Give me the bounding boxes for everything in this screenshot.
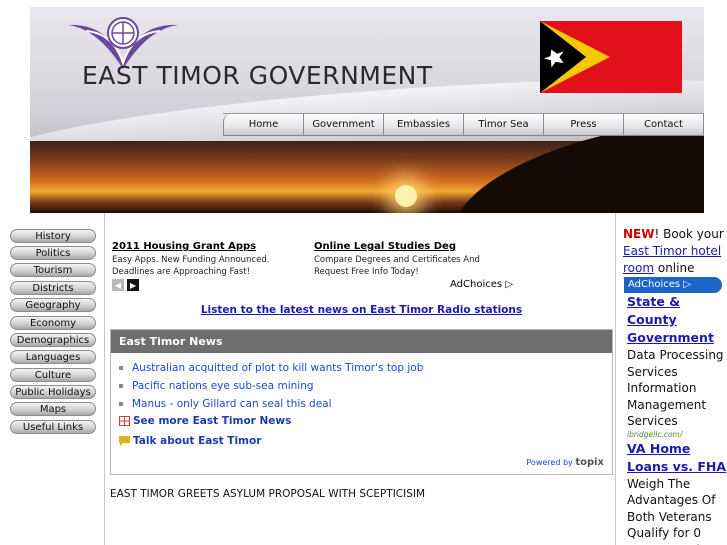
talk-about-label[interactable]: Talk about East Timor: [133, 435, 261, 447]
east-timor-flag-icon: [540, 21, 682, 93]
ad-title-link[interactable]: 2011 Housing Grant Apps: [112, 241, 312, 253]
left-sidebar: History Politics Tourism Districts Geogr…: [0, 213, 104, 545]
sidebar-item-economy[interactable]: Economy: [10, 316, 96, 330]
nav-government[interactable]: Government: [304, 114, 384, 136]
nav-press[interactable]: Press: [544, 114, 624, 136]
speech-bubble-icon: [119, 436, 130, 446]
sidebar-item-demographics[interactable]: Demographics: [10, 333, 96, 347]
main-nav: Home Government Embassies Timor Sea Pres…: [223, 113, 704, 136]
sidebar-item-public-holidays[interactable]: Public Holidays: [10, 385, 96, 399]
news-header: East Timor News: [111, 330, 612, 353]
page: EAST TIMOR GOVERNMENT Home Government Em…: [0, 0, 727, 545]
news-widget: East Timor News Australian acquitted of …: [110, 329, 613, 475]
news-link[interactable]: Manus - only Gillard can seal this deal: [132, 398, 332, 410]
sidebar-item-useful-links[interactable]: Useful Links: [10, 420, 96, 434]
nav-embassies[interactable]: Embassies: [384, 114, 464, 136]
sidebar-item-districts[interactable]: Districts: [10, 281, 96, 295]
powered-by-topix[interactable]: Powered by topix: [526, 457, 604, 468]
promo-new-badge: NEW: [623, 227, 655, 241]
promo-text: ! Book your: [654, 227, 724, 241]
sidebar-item-culture[interactable]: Culture: [10, 368, 96, 382]
site-header: EAST TIMOR GOVERNMENT Home Government Em…: [30, 7, 704, 213]
column-divider-left: [104, 213, 105, 545]
news-item[interactable]: Australian acquitted of plot to kill wan…: [119, 359, 612, 377]
ad-prev-icon[interactable]: ◀: [112, 279, 124, 291]
main-content: 2011 Housing Grant Apps Easy Apps. New F…: [110, 213, 613, 545]
sidebar-item-politics[interactable]: Politics: [10, 246, 96, 260]
sidebar-item-languages[interactable]: Languages: [10, 350, 96, 364]
ad-next-icon[interactable]: ▶: [127, 279, 139, 291]
powered-by-label: Powered by: [526, 458, 573, 467]
ad-body: Compare Degrees and Certificates And Req…: [314, 255, 480, 277]
ad-description: Data Processing Services Information Man…: [627, 348, 724, 428]
bullet-icon: [119, 366, 123, 370]
sidebar-ads: State & County Government Data Processin…: [627, 293, 727, 545]
see-more-news[interactable]: See more East Timor News: [119, 415, 291, 427]
news-item[interactable]: Pacific nations eye sub-sea mining: [119, 377, 612, 395]
ad-description: Weigh The Advantages Of Both Veterans Qu…: [627, 476, 716, 545]
sidebar-item-history[interactable]: History: [10, 229, 96, 243]
news-link[interactable]: Australian acquitted of plot to kill wan…: [132, 362, 423, 374]
news-list: Australian acquitted of plot to kill wan…: [111, 353, 612, 413]
radio-stations-link[interactable]: Listen to the latest news on East Timor …: [110, 304, 613, 316]
column-divider-right: [615, 213, 616, 545]
site-title: EAST TIMOR GOVERNMENT: [82, 61, 433, 90]
sunset-banner: [30, 107, 704, 213]
bullet-icon: [119, 384, 123, 388]
bullet-icon: [119, 402, 123, 406]
see-more-news-label[interactable]: See more East Timor News: [133, 415, 291, 427]
sun-graphic: [395, 185, 417, 207]
text-ad-right: Online Legal Studies Deg Compare Degrees…: [314, 241, 514, 278]
sidebar-item-geography[interactable]: Geography: [10, 298, 96, 312]
talk-about-link[interactable]: Talk about East Timor: [119, 435, 261, 447]
ad-headline-link[interactable]: State & County Government: [627, 293, 727, 347]
nav-home[interactable]: Home: [223, 114, 304, 136]
nav-timor-sea[interactable]: Timor Sea: [464, 114, 544, 136]
ad-pager: ◀ ▶: [112, 279, 139, 291]
right-sidebar: NEW! Book your East Timor hotel room onl…: [621, 213, 727, 545]
news-item[interactable]: Manus - only Gillard can seal this deal: [119, 395, 612, 413]
adchoices-bar[interactable]: AdChoices ▷: [624, 277, 722, 293]
topix-logo: topix: [575, 457, 604, 468]
ad-title-link[interactable]: Online Legal Studies Deg: [314, 241, 514, 253]
article-headline: EAST TIMOR GREETS ASYLUM PROPOSAL WITH S…: [110, 488, 426, 500]
sidebar-item-tourism[interactable]: Tourism: [10, 263, 96, 277]
adchoices-link[interactable]: AdChoices ▷: [450, 279, 513, 290]
ad-url[interactable]: ibridgellc.com/: [627, 430, 727, 440]
nav-contact[interactable]: Contact: [624, 114, 704, 136]
text-ad-left: 2011 Housing Grant Apps Easy Apps. New F…: [112, 241, 312, 278]
ad-body: Easy Apps. New Funding Announced. Deadli…: [112, 255, 270, 277]
ad-headline-link[interactable]: VA Home Loans vs. FHA: [627, 440, 727, 476]
sidebar-item-maps[interactable]: Maps: [10, 402, 96, 416]
news-link[interactable]: Pacific nations eye sub-sea mining: [132, 380, 314, 392]
news-grid-icon: [119, 416, 130, 426]
